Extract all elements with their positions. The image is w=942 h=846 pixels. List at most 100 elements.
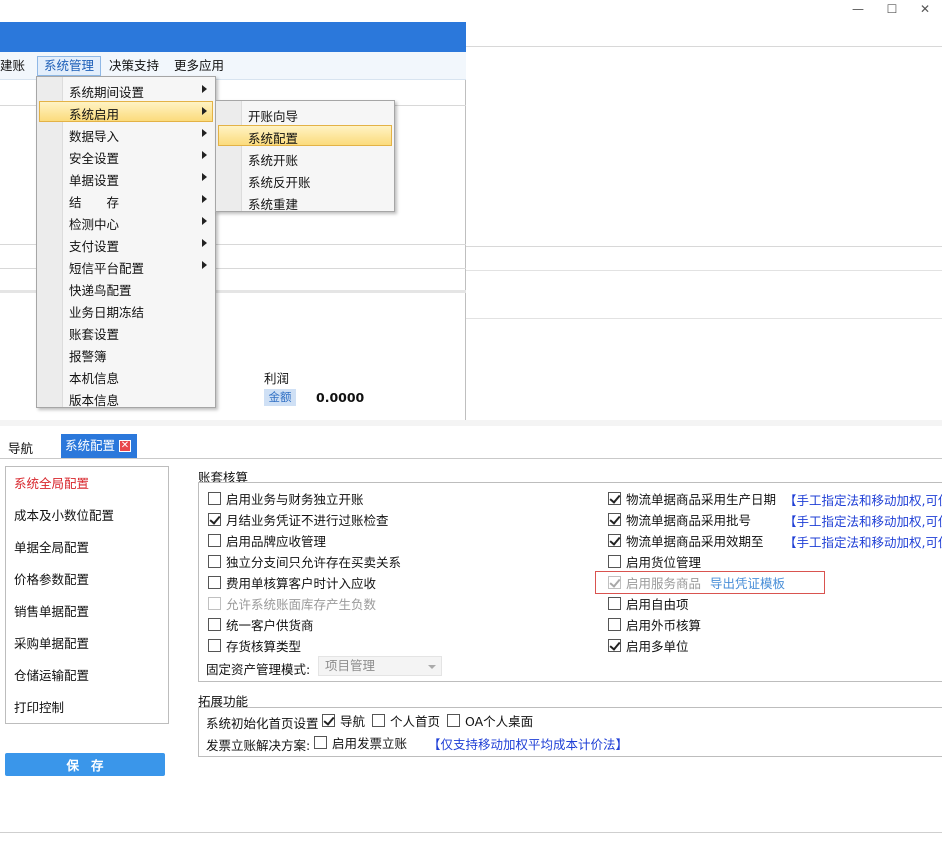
checkbox-option[interactable]: 统一客户供货商 (208, 616, 314, 633)
sidebar-item[interactable]: 系统全局配置 (14, 473, 89, 492)
checkbox[interactable] (208, 512, 221, 526)
submenu-item-label: 系统配置 (248, 131, 299, 146)
checkbox-option[interactable]: 月结业务凭证不进行过账检查 (208, 511, 389, 528)
chevron-right-icon (202, 261, 207, 269)
checkbox-option[interactable]: 启用多单位 (608, 637, 689, 654)
option-label: 费用单核算客户时计入应收 (226, 575, 377, 591)
checkbox-option[interactable]: OA个人桌面 (447, 712, 533, 729)
menubar-item[interactable]: 建账 (0, 56, 31, 76)
sidebar-item[interactable]: 成本及小数位配置 (14, 505, 114, 524)
sidebar-item[interactable]: 单据全局配置 (14, 537, 89, 556)
maximize-button[interactable]: ☐ (875, 0, 909, 18)
sidebar-item[interactable]: 价格参数配置 (14, 569, 89, 588)
highlight-frame (595, 571, 825, 594)
checkbox-option[interactable]: 个人首页 (372, 712, 440, 729)
menubar-item[interactable]: 决策支持 (103, 56, 165, 76)
menubar-item[interactable]: 更多应用 (168, 56, 230, 76)
background-panel-right (466, 22, 942, 422)
checkbox[interactable] (608, 491, 621, 505)
menu-item[interactable]: 结 存 (39, 189, 213, 210)
option-label: 导航 (340, 713, 366, 729)
menu-item[interactable]: 短信平台配置 (39, 255, 213, 276)
menu-item-label: 短信平台配置 (69, 261, 145, 276)
checkbox[interactable] (322, 713, 335, 727)
checkbox-option[interactable]: 启用自由项 (608, 595, 689, 612)
asset-mode-select[interactable]: 项目管理 (318, 656, 442, 676)
amount-value: 0.0000 (316, 390, 365, 405)
minimize-button[interactable]: — (841, 0, 875, 18)
close-icon: ✕ (919, 2, 931, 16)
chevron-down-icon (428, 665, 436, 669)
profit-label: 利润 (264, 371, 290, 386)
tab-close-icon[interactable]: ✕ (119, 440, 131, 452)
checkbox[interactable] (372, 713, 385, 727)
menu-item[interactable]: 账套设置 (39, 321, 213, 342)
checkbox[interactable] (208, 554, 221, 568)
checkbox-option[interactable]: 独立分支间只允许存在买卖关系 (208, 553, 401, 570)
submenu-item[interactable]: 系统重建 (218, 191, 392, 212)
checkbox-option[interactable]: 启用货位管理 (608, 553, 701, 570)
menu-item-label: 安全设置 (69, 151, 120, 166)
menu-item[interactable]: 单据设置 (39, 167, 213, 188)
submenu-item-label: 系统重建 (248, 197, 299, 212)
checkbox[interactable] (208, 617, 221, 631)
checkbox-option[interactable]: 存货核算类型 (208, 637, 301, 654)
menu-item-label: 结 存 (69, 195, 120, 210)
tab-bar (0, 433, 942, 459)
invoice-option[interactable]: 启用发票立账 (314, 734, 407, 751)
menu-item[interactable]: 版本信息 (39, 387, 213, 408)
tab-navigation[interactable]: 导航 (8, 438, 33, 457)
checkbox[interactable] (208, 533, 221, 547)
checkbox[interactable] (314, 735, 327, 749)
menu-item[interactable]: 快递鸟配置 (39, 277, 213, 298)
chevron-right-icon (202, 107, 207, 115)
submenu-item[interactable]: 系统反开账 (218, 169, 392, 190)
checkbox[interactable] (608, 512, 621, 526)
option-note: 【手工指定法和移动加权,可使 (784, 535, 942, 550)
checkbox-option[interactable]: 启用业务与财务独立开账 (208, 490, 364, 507)
menu-item[interactable]: 报警簿 (39, 343, 213, 364)
menu-item-label: 报警簿 (69, 349, 107, 364)
checkbox-option[interactable]: 物流单据商品采用效期至 (608, 532, 764, 549)
checkbox-option[interactable]: 导航 (322, 712, 366, 729)
menu-item[interactable]: 检测中心 (39, 211, 213, 232)
menu-item[interactable]: 本机信息 (39, 365, 213, 386)
save-button[interactable]: 保存 (5, 753, 165, 776)
checkbox-option[interactable]: 费用单核算客户时计入应收 (208, 574, 377, 591)
sidebar-item[interactable]: 销售单据配置 (14, 601, 89, 620)
checkbox[interactable] (608, 596, 621, 610)
option-note: 【手工指定法和移动加权,可使 (784, 514, 942, 529)
submenu-item[interactable]: 开账向导 (218, 103, 392, 124)
checkbox[interactable] (208, 575, 221, 589)
submenu-item[interactable]: 系统开账 (218, 147, 392, 168)
checkbox-option[interactable]: 允许系统账面库存产生负数 (208, 595, 376, 612)
sidebar-item[interactable]: 仓储运输配置 (14, 665, 89, 684)
menu-item[interactable]: 支付设置 (39, 233, 213, 254)
checkbox[interactable] (208, 491, 221, 505)
menu-item-label: 单据设置 (69, 173, 120, 188)
checkbox[interactable] (447, 713, 460, 727)
menubar-item[interactable]: 系统管理 (37, 56, 102, 76)
checkbox[interactable] (608, 533, 621, 547)
checkbox[interactable] (208, 596, 221, 610)
menu-item[interactable]: 数据导入 (39, 123, 213, 144)
checkbox[interactable] (608, 554, 621, 568)
sidebar-item[interactable]: 采购单据配置 (14, 633, 89, 652)
checkbox-option[interactable]: 物流单据商品采用生产日期 (608, 490, 776, 507)
invoice-note: 【仅支持移动加权平均成本计价法】 (428, 737, 629, 752)
system-enable-submenu: 开账向导系统配置 系统开账 系统反开账系统重建 (215, 100, 395, 212)
menu-item[interactable]: 安全设置 (39, 145, 213, 166)
checkbox[interactable] (608, 638, 621, 652)
checkbox-option[interactable]: 启用外币核算 (608, 616, 701, 633)
checkbox-option[interactable]: 物流单据商品采用批号 (608, 511, 751, 528)
tab-system-config[interactable]: 系统配置 ✕ (61, 434, 137, 458)
menu-item[interactable]: 系统启用 (39, 101, 213, 122)
checkbox[interactable] (208, 638, 221, 652)
close-button[interactable]: ✕ (908, 0, 942, 18)
menu-item[interactable]: 系统期间设置 (39, 79, 213, 100)
submenu-item[interactable]: 系统配置 (218, 125, 392, 146)
sidebar-item[interactable]: 打印控制 (14, 697, 64, 716)
menu-item[interactable]: 业务日期冻结 (39, 299, 213, 320)
checkbox[interactable] (608, 617, 621, 631)
checkbox-option[interactable]: 启用品牌应收管理 (208, 532, 326, 549)
